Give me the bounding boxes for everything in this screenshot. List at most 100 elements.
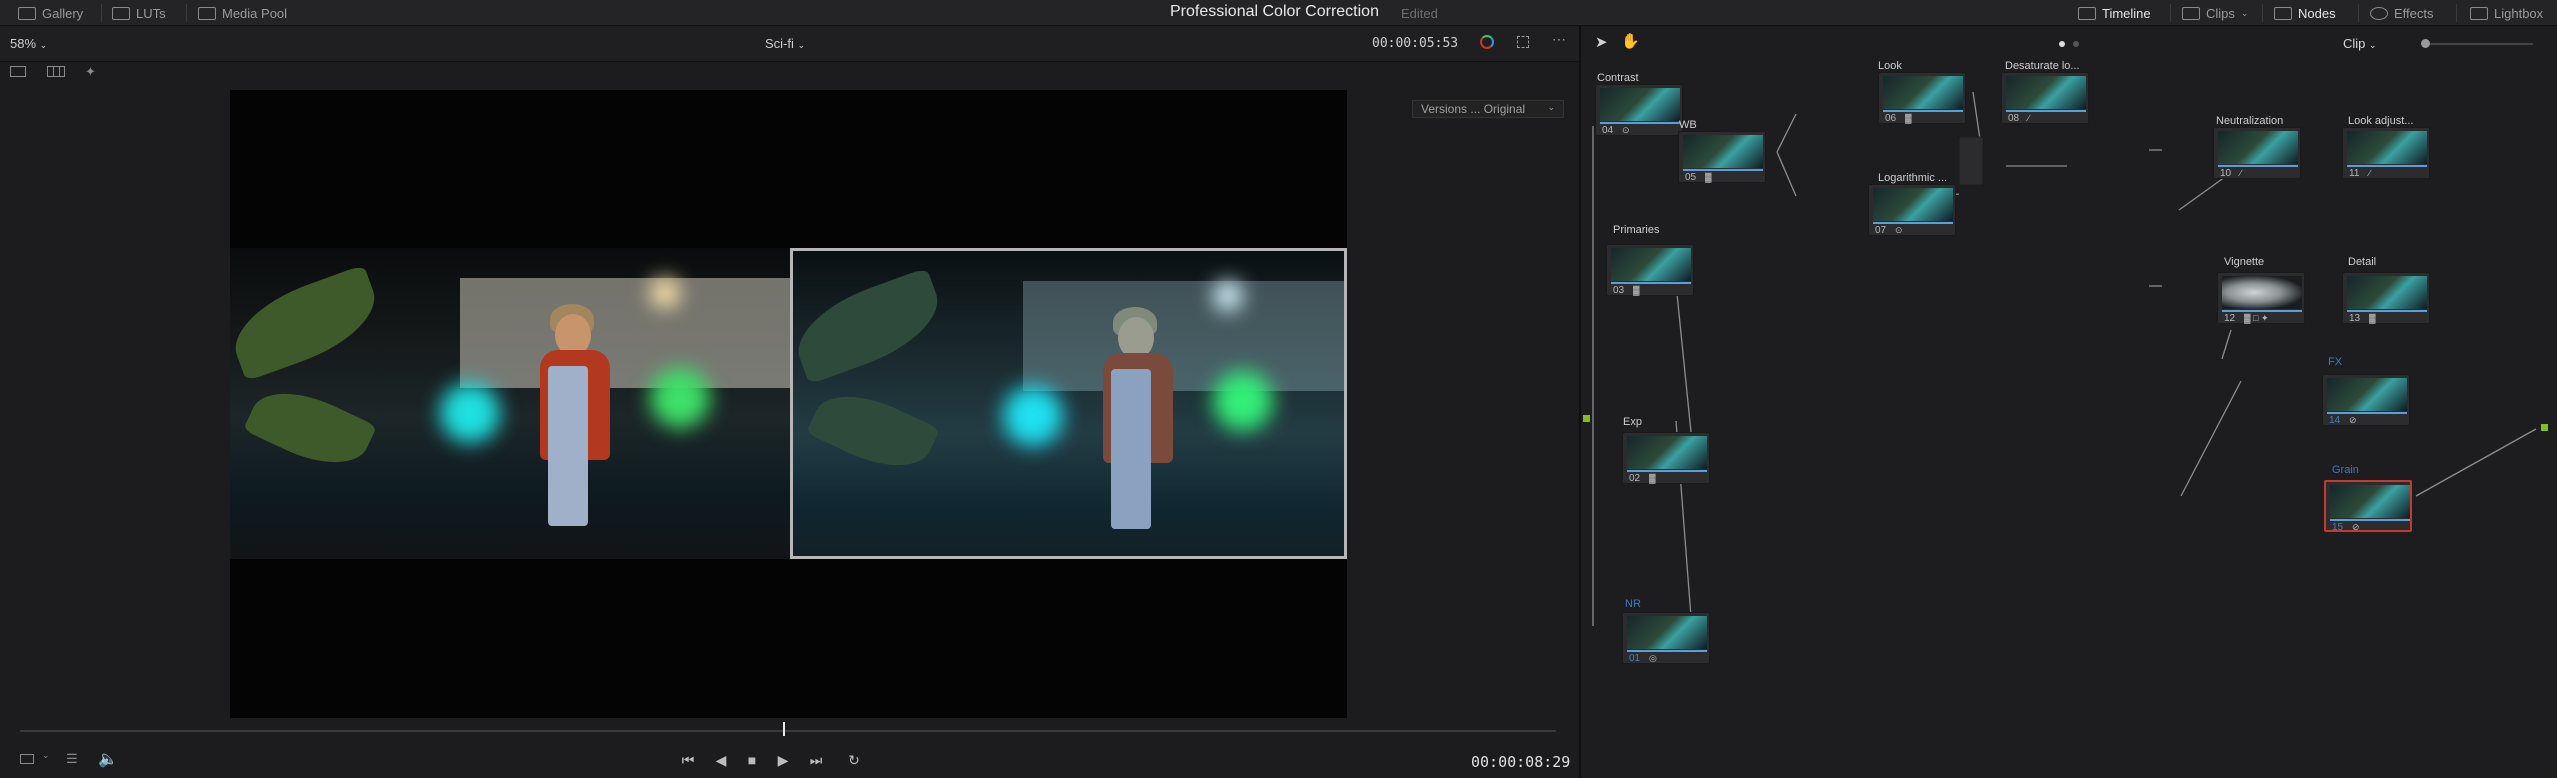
- lightbox-label: Lightbox: [2494, 5, 2544, 21]
- node-number: 12: [2224, 313, 2236, 324]
- scene-light: [1003, 386, 1063, 446]
- node-fx[interactable]: 14 ⊘: [2322, 374, 2410, 426]
- divider: [2170, 4, 2171, 22]
- scene-kid-apron: [548, 366, 588, 526]
- playhead[interactable]: [783, 722, 786, 736]
- zoom-dropdown[interactable]: 58% ⌄: [10, 36, 47, 51]
- output-port[interactable]: [2541, 424, 2548, 431]
- node-look-adjust[interactable]: 11 ∕: [2342, 127, 2430, 179]
- fullscreen-icon[interactable]: [1517, 36, 1529, 48]
- node-thumbnail: [2347, 276, 2427, 309]
- node-label: Primaries: [1613, 224, 1660, 236]
- lightbox-tab[interactable]: Lightbox: [2470, 0, 2543, 26]
- scrubber-track[interactable]: [20, 730, 1556, 732]
- stop-button[interactable]: ■: [742, 752, 762, 768]
- scene-plant: [805, 378, 941, 484]
- node-bar: [1600, 122, 1680, 124]
- node-tool-badge: ▓: [2369, 313, 2376, 323]
- node-bar: [2327, 412, 2407, 414]
- node-detail[interactable]: 13 ▓: [2342, 272, 2430, 324]
- node-bar: [1683, 169, 1763, 171]
- node-grain[interactable]: 15 ⊘: [2324, 480, 2412, 533]
- luts-tab[interactable]: LUTs: [112, 0, 166, 26]
- node-vignette[interactable]: 12 ▓ □ ✦: [2217, 272, 2305, 324]
- top-bar: Gallery LUTs Media Pool Professional Col…: [0, 0, 2557, 26]
- node-label: Logarithmic ...: [1878, 172, 1948, 184]
- node-desaturate[interactable]: 08 ∕: [2001, 72, 2089, 124]
- viewer-canvas[interactable]: [230, 90, 1347, 718]
- node-editor[interactable]: ➤ ✋ Clip ⌄ Contrast 04 ⊙ WB 05 ▓ Look 06…: [1579, 26, 2557, 778]
- input-port[interactable]: [1583, 415, 1590, 422]
- clips-label: Clips: [2206, 5, 2235, 21]
- speaker-icon[interactable]: 🔈: [98, 749, 118, 769]
- color-wheel-icon[interactable]: [1480, 35, 1494, 49]
- node-thumbnail: [1600, 88, 1680, 121]
- luts-icon: [112, 6, 130, 20]
- nodes-tab[interactable]: Nodes: [2274, 0, 2336, 26]
- scene-plant: [242, 375, 378, 481]
- step-back-button[interactable]: ◀: [711, 752, 731, 769]
- viewer-pane: 58% ⌄ Sci-fi ⌄ 00:00:05:53 ⋯ ✦ Versions …: [0, 26, 1579, 778]
- clip-name-dropdown[interactable]: Sci-fi ⌄: [765, 36, 805, 51]
- clips-tab[interactable]: Clips ⌄: [2182, 0, 2248, 26]
- node-number: 02: [1629, 473, 1641, 484]
- clip-view-icon[interactable]: [20, 754, 34, 764]
- play-button[interactable]: ▶: [773, 752, 793, 769]
- node-tool-badge: ▓: [1649, 473, 1656, 483]
- versions-dropdown[interactable]: Versions ... Original ⌄: [1412, 100, 1564, 118]
- node-number: 11: [2349, 168, 2360, 179]
- node-thumbnail: [1683, 135, 1763, 168]
- effects-tab[interactable]: Effects: [2370, 0, 2434, 26]
- scene-plant: [230, 264, 388, 382]
- node-nr[interactable]: 01 ◎: [1622, 612, 1710, 664]
- divider: [2456, 4, 2457, 22]
- node-number: 04: [1602, 125, 1614, 136]
- node-contrast[interactable]: 04 ⊙: [1595, 84, 1683, 136]
- node-neutralization[interactable]: 10 ∕: [2213, 127, 2301, 179]
- wand-icon[interactable]: ✦: [85, 64, 96, 80]
- record-timecode: 00:00:08:29: [1471, 753, 1571, 771]
- node-number: 01: [1629, 653, 1641, 664]
- timecode-value: 00:00:05:53: [1372, 36, 1459, 51]
- split-view-after: [790, 248, 1347, 559]
- node-thumbnail: [1627, 436, 1707, 469]
- node-number: 14: [2329, 415, 2341, 426]
- parallel-mixer-node[interactable]: [1958, 136, 1984, 186]
- clips-icon: [2182, 6, 2200, 20]
- node-label: Look: [1878, 60, 1902, 72]
- node-wb[interactable]: 05 ▓: [1678, 131, 1766, 183]
- skip-to-start-button[interactable]: ⏮: [678, 752, 698, 769]
- gallery-tab[interactable]: Gallery: [18, 0, 83, 26]
- node-tool-badge: ⊘: [2349, 415, 2357, 425]
- node-tool-badge: ∕: [2028, 113, 2030, 123]
- grid-view-icon[interactable]: [47, 66, 65, 77]
- node-tool-badge: ▓: [1633, 285, 1640, 295]
- chevron-down-icon: ⌄: [39, 40, 48, 50]
- skip-to-end-button[interactable]: ⏭: [806, 752, 826, 769]
- node-primaries[interactable]: 03 ▓: [1606, 244, 1694, 296]
- node-thumbnail: [2222, 276, 2302, 309]
- node-bar: [1611, 282, 1691, 284]
- layers-icon[interactable]: ☰: [66, 751, 78, 767]
- single-view-icon[interactable]: [10, 66, 26, 77]
- node-logarithmic[interactable]: 07 ⊙: [1868, 184, 1956, 236]
- node-thumbnail: [1883, 76, 1963, 109]
- timeline-label: Timeline: [2102, 5, 2151, 21]
- chevron-down-icon[interactable]: ⌄: [42, 750, 50, 761]
- divider: [2358, 4, 2359, 22]
- source-timecode[interactable]: 00:00:05:53: [1372, 36, 1458, 51]
- divider: [186, 4, 187, 22]
- node-label: Contrast: [1597, 72, 1639, 84]
- more-options-icon[interactable]: ⋯: [1552, 31, 1566, 48]
- timeline-tab[interactable]: Timeline: [2078, 0, 2151, 26]
- divider: [2262, 4, 2263, 22]
- node-label: Exp: [1623, 416, 1642, 428]
- node-look[interactable]: 06 ▓: [1878, 72, 1966, 124]
- loop-button[interactable]: ↻: [844, 752, 864, 769]
- media-pool-tab[interactable]: Media Pool: [198, 0, 287, 26]
- viewer-toolbar: 58% ⌄ Sci-fi ⌄ 00:00:05:53 ⋯: [0, 26, 1579, 62]
- node-exp[interactable]: 02 ▓: [1622, 432, 1710, 484]
- node-label: Detail: [2348, 256, 2377, 268]
- scene-kid-apron: [1111, 369, 1151, 529]
- split-view-before: [230, 248, 790, 559]
